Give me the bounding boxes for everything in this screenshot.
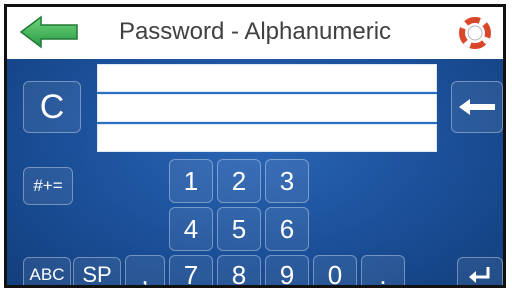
key-1[interactable]: 1: [169, 159, 213, 203]
key-2-label: 2: [231, 165, 247, 196]
abc-key[interactable]: ABC: [23, 257, 71, 285]
dialog-frame: Password - Alphanumeric C #+= ABC SP 1 2…: [4, 4, 506, 288]
key-2[interactable]: 2: [217, 159, 261, 203]
key-6[interactable]: 6: [265, 207, 309, 251]
dot-key-label: .: [379, 259, 387, 288]
space-key[interactable]: SP: [73, 257, 121, 287]
key-5-label: 5: [231, 213, 247, 244]
password-input-1[interactable]: [97, 64, 437, 92]
key-1-label: 1: [183, 165, 199, 196]
key-0[interactable]: 0: [313, 255, 357, 288]
key-3-label: 3: [279, 165, 295, 196]
key-4-label: 4: [183, 213, 199, 244]
header-bar: Password - Alphanumeric: [7, 7, 503, 59]
arrow-left-green-icon: [19, 15, 78, 49]
page-title: Password - Alphanumeric: [118, 18, 392, 45]
comma-key[interactable]: ,: [125, 255, 165, 288]
clear-key[interactable]: C: [23, 81, 81, 133]
space-key-label: SP: [82, 262, 112, 287]
enter-key[interactable]: [457, 257, 503, 285]
symbols-key-label: #+=: [33, 176, 63, 195]
key-9[interactable]: 9: [265, 255, 309, 288]
key-0-label: 0: [327, 259, 343, 288]
arrow-left-icon: [459, 99, 495, 115]
key-4[interactable]: 4: [169, 207, 213, 251]
key-6-label: 6: [279, 213, 295, 244]
key-8[interactable]: 8: [217, 255, 261, 288]
password-input-2[interactable]: [97, 94, 437, 122]
key-7[interactable]: 7: [169, 255, 213, 288]
abc-key-label: ABC: [29, 265, 65, 284]
back-button[interactable]: [19, 15, 79, 49]
enter-return-icon: [469, 267, 490, 283]
dot-key[interactable]: .: [361, 255, 405, 288]
symbols-key[interactable]: #+=: [23, 167, 73, 205]
lifebuoy-icon: [459, 17, 491, 49]
backspace-key[interactable]: [451, 81, 503, 133]
help-button[interactable]: [459, 17, 491, 49]
keypad-panel: C #+= ABC SP 1 2 3 4 5 6 , 7 8 9 0 .: [7, 59, 503, 288]
password-input-3[interactable]: [97, 124, 437, 152]
key-7-label: 7: [183, 259, 199, 288]
key-9-label: 9: [279, 259, 295, 288]
clear-key-label: C: [39, 87, 65, 126]
key-5[interactable]: 5: [217, 207, 261, 251]
key-3[interactable]: 3: [265, 159, 309, 203]
comma-key-label: ,: [141, 259, 149, 288]
key-8-label: 8: [231, 259, 247, 288]
